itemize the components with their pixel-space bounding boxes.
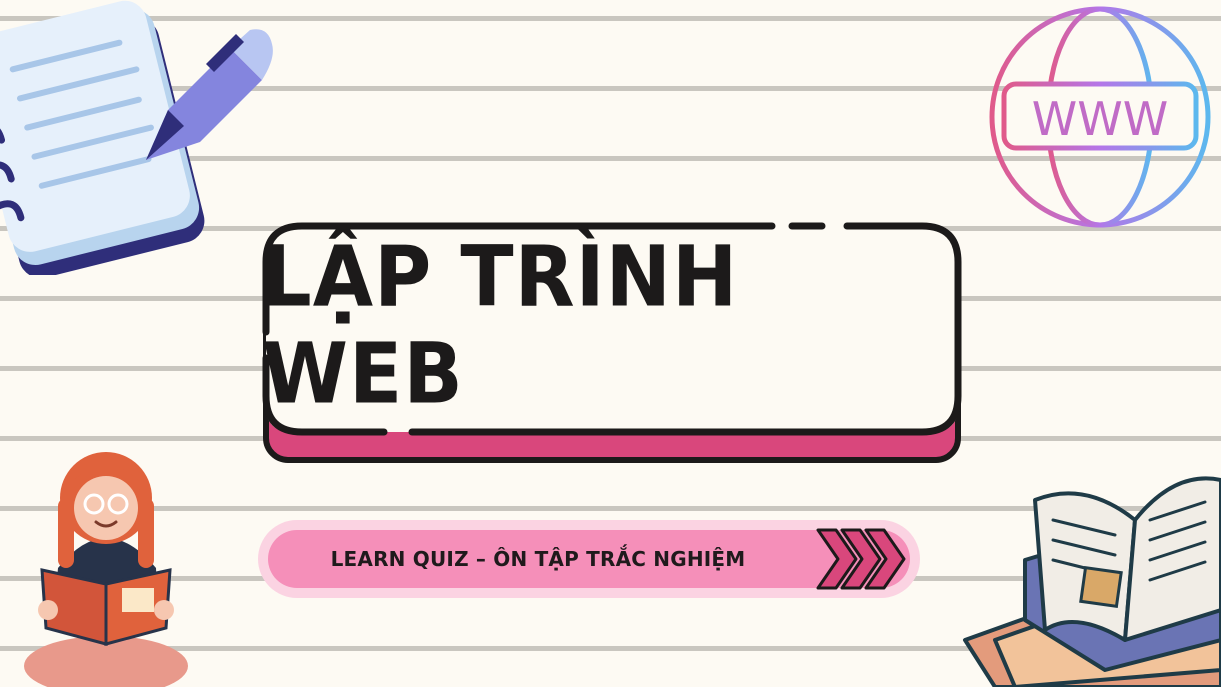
subtitle-text: LEARN QUIZ – ÔN TẬP TRẮC NGHIỆM (330, 547, 746, 571)
title-card: LẬP TRÌNH WEB (262, 222, 962, 466)
reading-girl-illustration (24, 452, 188, 687)
globe-www-icon: WWW (989, 6, 1211, 228)
globe-label: WWW (1032, 92, 1168, 146)
notepad-icon (0, 0, 273, 275)
open-books-illustration (963, 476, 1221, 687)
page-title: LẬP TRÌNH WEB (262, 228, 739, 424)
forward-chevrons-icon[interactable] (812, 524, 908, 594)
